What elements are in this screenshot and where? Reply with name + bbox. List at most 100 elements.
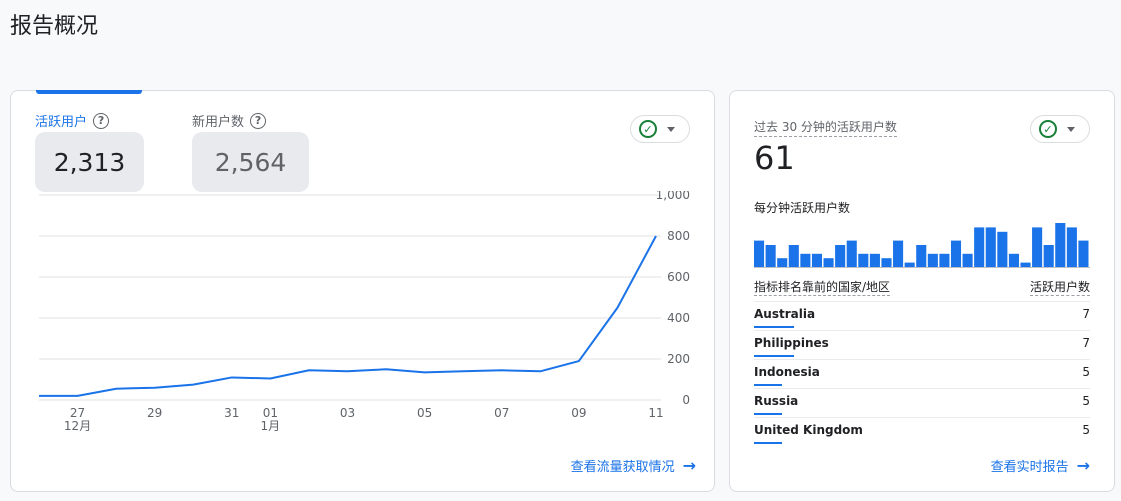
share-bar <box>754 326 794 328</box>
minute-bar <box>858 253 869 267</box>
country-name: Russia <box>754 394 799 408</box>
y-tick-label: 400 <box>667 311 690 325</box>
x-tick-label: 07 <box>494 406 509 420</box>
table-row[interactable]: Russia 5 <box>754 388 1090 417</box>
x-tick-label: 01 <box>263 406 278 420</box>
minute-bar <box>1066 227 1077 267</box>
col-country: 指标排名靠前的国家/地区 <box>754 280 891 296</box>
y-tick-label: 600 <box>667 270 690 284</box>
country-name: Indonesia <box>754 365 820 379</box>
tab-indicator <box>36 90 142 94</box>
y-tick-label: 1,000 <box>656 191 690 202</box>
x-tick-label: 27 <box>70 406 85 420</box>
metric-label: 活跃用户 <box>35 115 88 130</box>
realtime-card: 过去 30 分钟的活跃用户数 61 ✓ 每分钟活跃用户数 指标排名靠前的国家/地… <box>729 90 1115 492</box>
minute-bar <box>1032 227 1043 267</box>
link-label: 查看实时报告 <box>990 460 1069 475</box>
minute-bar <box>939 253 950 267</box>
x-tick-label: 05 <box>417 406 432 420</box>
minute-bar <box>1020 262 1031 267</box>
country-value: 5 <box>1082 394 1090 408</box>
country-name: Australia <box>754 307 816 321</box>
country-value: 7 <box>1082 336 1090 350</box>
country-name: Philippines <box>754 336 829 350</box>
table-row[interactable]: Philippines 7 <box>754 330 1090 359</box>
country-value: 5 <box>1082 365 1090 379</box>
minute-bar <box>962 253 973 267</box>
per-minute-bar-chart <box>754 223 1090 268</box>
minute-bar <box>765 245 776 267</box>
minute-bar <box>811 253 823 267</box>
table-row[interactable]: Indonesia 5 <box>754 359 1090 388</box>
minute-bar <box>800 253 811 267</box>
series-line <box>39 235 657 397</box>
x-tick-sublabel: 1月 <box>261 419 281 433</box>
country-table: Australia 7 Philippines 7 Indonesia 5 Russia 5 U… <box>754 301 1090 446</box>
status-dropdown-button[interactable]: ✓ <box>630 115 690 143</box>
minute-bar <box>835 245 846 267</box>
col-active-users: 活跃用户数 <box>1029 280 1090 296</box>
metric-value: 2,564 <box>192 132 309 192</box>
page-title: 报告概况 <box>10 14 99 39</box>
minute-bar <box>754 240 765 267</box>
table-row[interactable]: United Kingdom 5 <box>754 417 1090 446</box>
check-circle-icon: ✓ <box>1039 120 1057 138</box>
help-circle-icon[interactable]: ? <box>93 112 110 129</box>
minute-bar <box>904 262 915 267</box>
country-name: United Kingdom <box>754 423 863 437</box>
minute-bar <box>985 227 996 267</box>
y-tick-label: 800 <box>667 229 690 243</box>
minute-bar <box>788 245 799 267</box>
status-dropdown-button[interactable]: ✓ <box>1030 115 1090 143</box>
x-tick-label: 11 <box>648 406 663 420</box>
x-tick-label: 29 <box>147 406 162 420</box>
metric-new-users[interactable]: 新用户数 ? 2,564 <box>192 111 309 192</box>
metric-active-users[interactable]: 活跃用户 ? 2,313 <box>35 111 144 192</box>
help-circle-icon[interactable]: ? <box>250 112 267 129</box>
view-realtime-link[interactable]: 查看实时报告 → <box>991 456 1090 475</box>
minute-bar <box>846 240 857 267</box>
share-bar <box>754 442 783 444</box>
minute-bar <box>950 240 962 267</box>
table-header: 指标排名靠前的国家/地区 活跃用户数 <box>754 278 1090 296</box>
per-minute-label: 每分钟活跃用户数 <box>754 201 851 215</box>
minute-bar <box>974 227 985 267</box>
metric-label: 新用户数 <box>192 115 245 130</box>
minute-bar <box>1055 223 1066 267</box>
y-tick-label: 200 <box>667 352 690 366</box>
overview-card: 活跃用户 ? 2,313 新用户数 ? 2,564 ✓ 0 200 400 600 80… <box>10 90 715 492</box>
realtime-label: 过去 30 分钟的活跃用户数 <box>754 118 897 137</box>
minute-bar <box>1043 245 1054 267</box>
x-tick-label: 09 <box>571 406 586 420</box>
country-value: 5 <box>1082 423 1090 437</box>
arrow-right-icon: → <box>682 456 696 475</box>
x-tick-label: 03 <box>340 406 355 420</box>
check-circle-icon: ✓ <box>639 120 657 138</box>
minute-bar <box>823 258 834 267</box>
minute-bar <box>777 258 788 267</box>
x-tick-label: 31 <box>224 406 239 420</box>
caret-down-icon <box>1067 126 1075 132</box>
x-tick-sublabel: 12月 <box>64 419 91 433</box>
minute-bar <box>1008 253 1019 267</box>
link-label: 查看流量获取情况 <box>570 460 675 475</box>
metric-value: 2,313 <box>35 132 144 192</box>
minute-bar <box>869 253 880 267</box>
minute-bar <box>893 240 904 267</box>
share-bar <box>754 355 794 357</box>
y-tick-label: 0 <box>682 393 690 407</box>
share-bar <box>754 384 783 386</box>
share-bar <box>754 413 783 415</box>
country-value: 7 <box>1082 307 1090 321</box>
line-chart: 0 200 400 600 800 1,000 2712月 29 31 011月 03 05 07 09 1… <box>39 191 690 433</box>
minute-bar <box>997 231 1008 267</box>
minute-bar <box>1078 240 1089 267</box>
minute-bar <box>927 253 938 267</box>
caret-down-icon <box>667 126 675 132</box>
arrow-right-icon: → <box>1076 456 1090 475</box>
view-acquisition-link[interactable]: 查看流量获取情况 → <box>571 456 696 475</box>
table-row[interactable]: Australia 7 <box>754 301 1090 330</box>
realtime-value: 61 <box>754 139 795 177</box>
minute-bar <box>916 245 927 267</box>
minute-bar <box>881 258 892 267</box>
